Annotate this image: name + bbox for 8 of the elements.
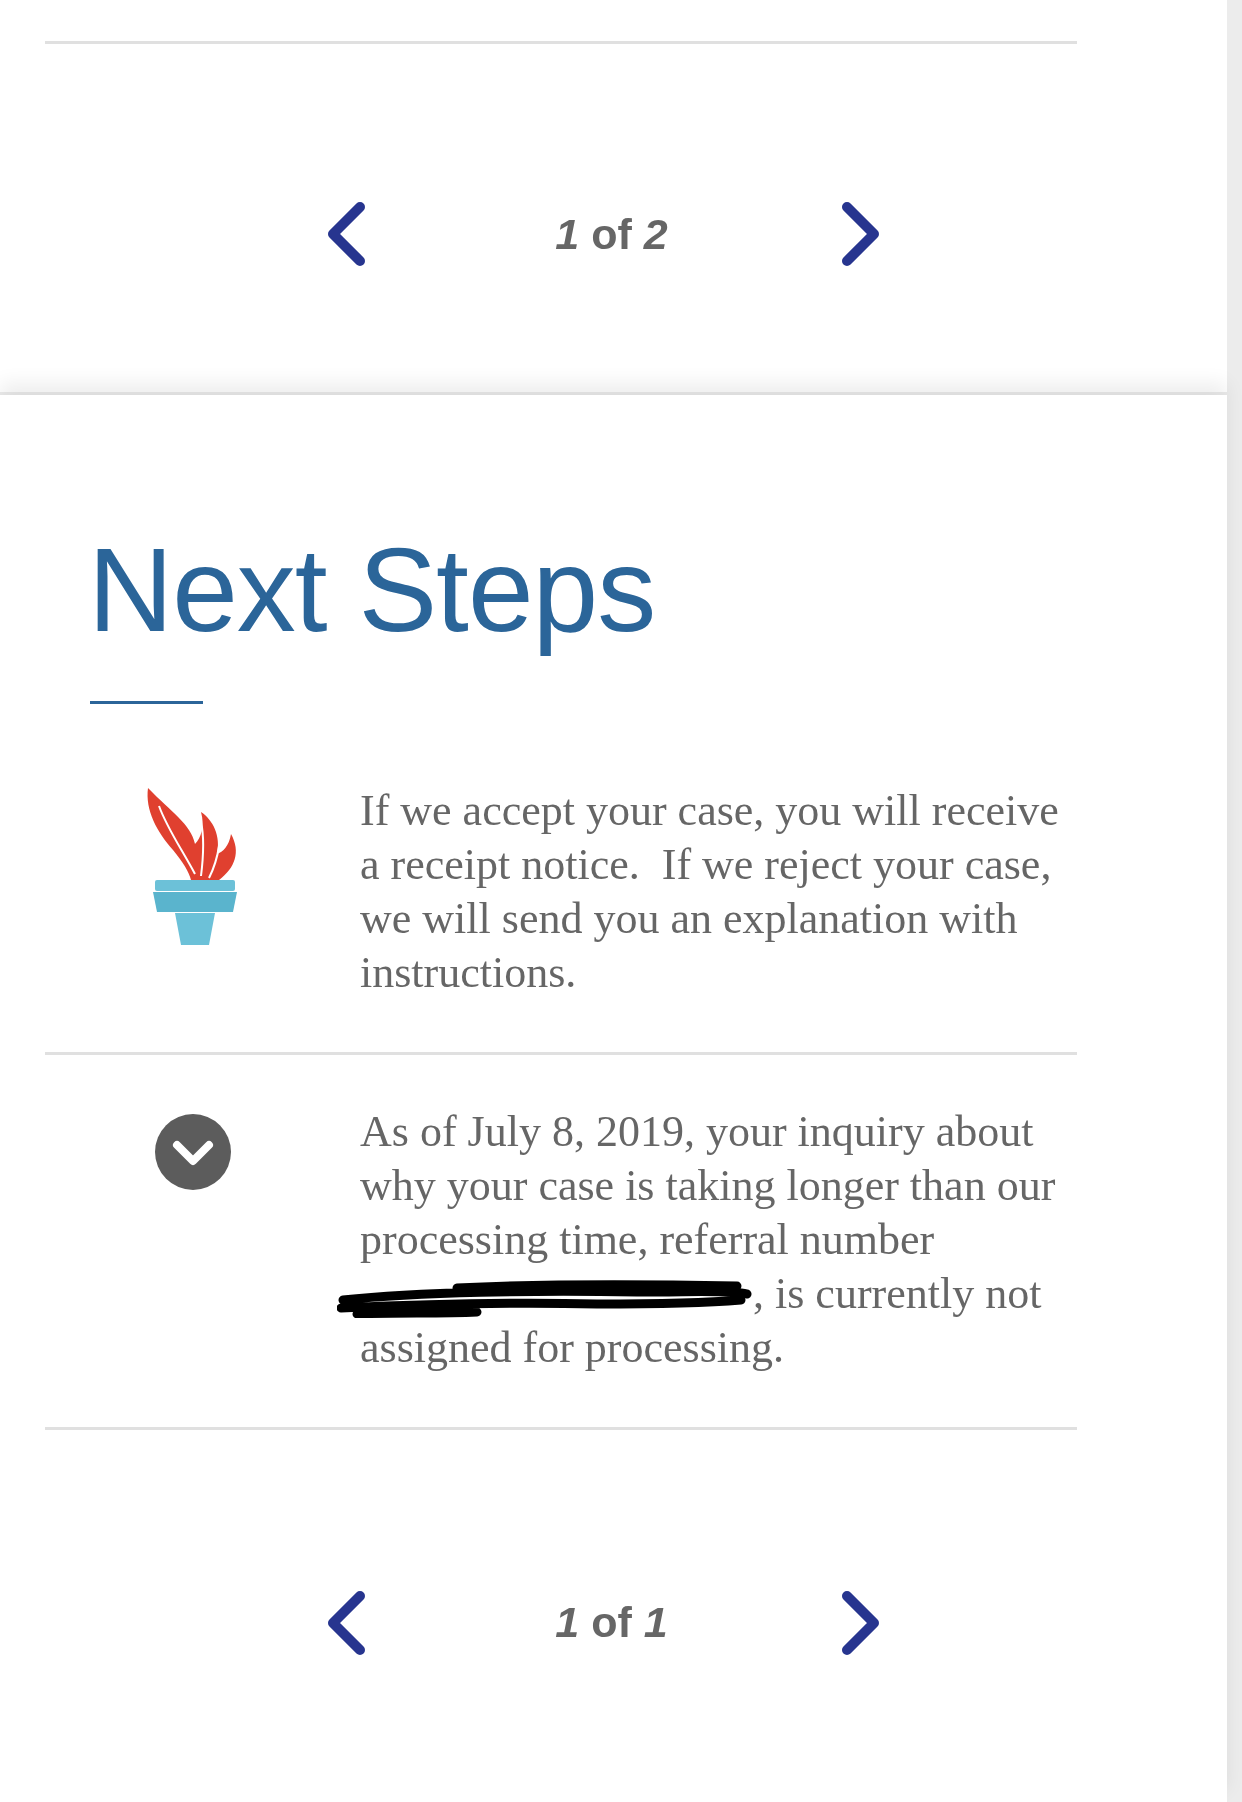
step-text: As of July 8, 2019, your inquiry about why your case is taking longer than our processing time, referral number (360, 1106, 1057, 1264)
step-text: assigned for processing. (360, 1321, 784, 1374)
step-text: , is currently not (753, 1268, 1042, 1318)
page-indicator: 1 of 2 (555, 212, 668, 256)
page-indicator: 1 of 1 (555, 1601, 668, 1645)
step-text: If we accept your case, you will receive a receipt notice. If we reject your case, we will send you an explanation with instructions. (360, 785, 1060, 997)
chevron-down-circle-icon (154, 1113, 231, 1190)
section-heading: Next Steps (88, 523, 656, 658)
